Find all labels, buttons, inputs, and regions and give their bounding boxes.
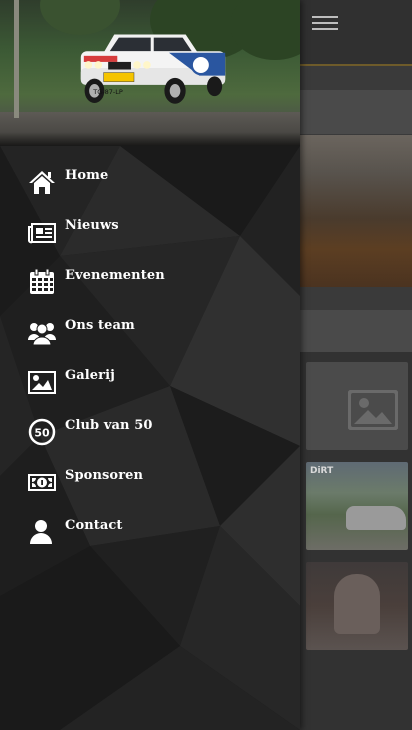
club-50-icon: 50 [28,418,56,446]
menu-item-sponsoren[interactable]: Sponsoren [0,454,300,504]
menu-item-home[interactable]: Home [0,154,300,204]
menu-item-evenementen[interactable]: Evenementen [0,254,300,304]
home-icon [29,171,55,194]
team-icon [28,323,56,346]
gallery-thumb[interactable] [306,562,408,650]
drawer-header-image: TG-87-LP [0,0,300,146]
contact-icon [30,520,52,544]
gallery-thumb[interactable] [306,362,408,450]
thumb-car-shape [346,506,406,530]
menu-item-label: Ons team [65,318,135,333]
menu-item-label: Sponsoren [65,468,144,483]
calendar-icon [30,268,54,294]
menu-item-label: Contact [65,518,123,533]
divider [300,64,412,66]
newspaper-icon [28,223,56,244]
menu-item-label: Galerij [65,368,115,383]
pole-shape [14,0,19,118]
gallery-icon [28,371,56,394]
thumb-badge: DiRT [310,466,334,476]
header-shade [0,132,300,146]
section-band [300,310,412,352]
navigation-drawer: TG-87-LP Home Nieuws Evenementen Ons tea… [0,0,300,730]
menu-item-contact[interactable]: Contact [0,504,300,554]
svg-text:50: 50 [34,427,50,440]
menu-item-nieuws[interactable]: Nieuws [0,204,300,254]
menu-item-label: Nieuws [65,218,119,233]
license-plate: TG-87-LP [93,88,123,96]
menu-item-club-van-50[interactable]: 50 Club van 50 [0,404,300,454]
menu-item-label: Evenementen [65,268,165,283]
menu-item-ons-team[interactable]: Ons team [0,304,300,354]
drawer-menu: Home Nieuws Evenementen Ons team Galerij… [0,154,300,554]
menu-item-label: Home [65,168,109,183]
section-band [300,90,412,134]
image-placeholder-icon [348,390,398,430]
hamburger-menu-icon[interactable] [312,16,338,34]
menu-item-label: Club van 50 [65,418,153,433]
featured-image[interactable] [300,135,412,287]
money-icon [28,474,56,491]
gallery-thumb[interactable]: DiRT [306,462,408,550]
thumb-person-shape [334,574,380,634]
menu-item-galerij[interactable]: Galerij [0,354,300,404]
rally-car-image [80,34,226,104]
